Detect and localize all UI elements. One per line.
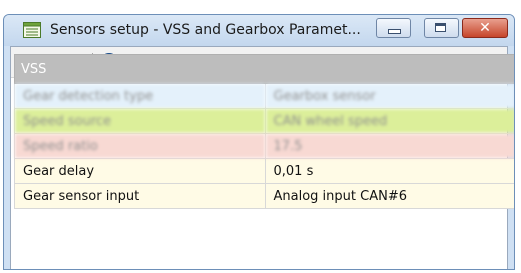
maximize-button[interactable]	[424, 18, 459, 38]
parameter-value[interactable]: Analog input CAN#6	[264, 183, 514, 209]
table-row[interactable]: Gear detection type Gearbox sensor	[14, 83, 514, 109]
sensors-setup-window: Sensors setup - VSS and Gearbox Paramet.…	[3, 14, 515, 270]
parameter-value[interactable]: 17.5	[264, 133, 514, 159]
window-title: Sensors setup - VSS and Gearbox Paramet.…	[50, 22, 361, 38]
minimize-button[interactable]	[376, 18, 411, 38]
parameter-value[interactable]: CAN wheel speed	[264, 108, 514, 134]
parameter-name: Gear delay	[14, 158, 266, 184]
table-row[interactable]: Speed source CAN wheel speed	[14, 108, 514, 134]
section-header: VSS	[14, 54, 514, 84]
maximize-icon	[435, 23, 446, 32]
parameter-grid: VSS Gear detection type Gearbox sensor S…	[14, 54, 514, 209]
close-button[interactable]: ✕	[462, 18, 508, 38]
table-row[interactable]: Gear sensor input Analog input CAN#6	[14, 183, 514, 209]
title-bar[interactable]: Sensors setup - VSS and Gearbox Paramet.…	[4, 15, 514, 46]
table-row[interactable]: Speed ratio 17.5	[14, 133, 514, 159]
parameter-name: Gear sensor input	[14, 183, 266, 209]
parameter-value[interactable]: Gearbox sensor	[264, 83, 514, 109]
minimize-icon	[388, 29, 401, 34]
parameter-name: Gear detection type	[14, 83, 266, 109]
section-header-row: VSS	[14, 54, 514, 84]
parameter-value[interactable]: 0,01 s	[264, 158, 514, 184]
parameter-name: Speed ratio	[14, 133, 266, 159]
table-row[interactable]: Gear delay 0,01 s	[14, 158, 514, 184]
parameter-name: Speed source	[14, 108, 266, 134]
close-icon: ✕	[479, 20, 491, 36]
app-table-icon	[23, 22, 41, 38]
